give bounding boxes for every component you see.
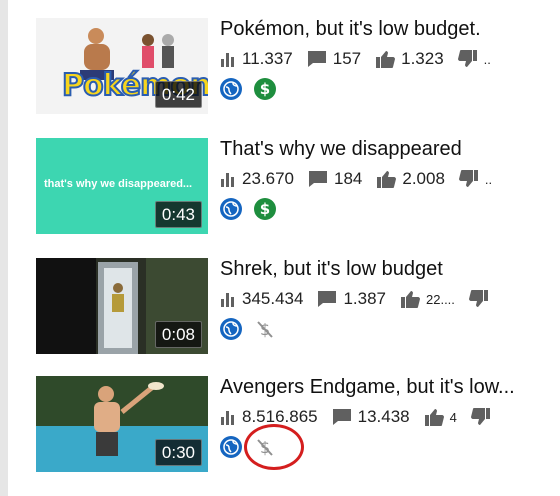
- thumbs-up-icon: [376, 51, 396, 68]
- video-title[interactable]: Shrek, but it's low budget: [220, 258, 443, 281]
- video-row[interactable]: that's why we disappeared... 0:43 That's…: [36, 138, 556, 238]
- video-duration: 0:08: [154, 321, 202, 348]
- bar-chart-icon: [221, 293, 234, 307]
- video-thumbnail[interactable]: Pokémon 0:42: [36, 18, 208, 114]
- video-duration: 0:42: [154, 81, 202, 108]
- dislikes-count: ..: [484, 171, 493, 187]
- video-badges: $: [220, 78, 288, 100]
- thumbs-down-icon: [468, 290, 488, 307]
- likes-count: 22....: [426, 291, 455, 307]
- video-row[interactable]: 0:08 Shrek, but it's low budget 345.434 …: [36, 258, 556, 358]
- thumbnail-caption: that's why we disappeared...: [44, 178, 193, 190]
- thumbs-down-icon: [458, 170, 478, 187]
- views-stat: 23.670: [220, 169, 294, 189]
- comment-icon: [318, 291, 337, 307]
- dollar-icon[interactable]: $: [254, 78, 276, 100]
- video-stats: 23.670 184 2.008 ..: [220, 168, 506, 190]
- video-badges: $: [220, 198, 288, 220]
- bar-chart-icon: [221, 173, 234, 187]
- likes-count: 1.323: [401, 49, 444, 68]
- likes-stat: 1.323: [375, 49, 444, 69]
- views-count: 23.670: [242, 169, 294, 188]
- bar-chart-icon: [221, 53, 234, 67]
- comments-count: 184: [334, 169, 363, 188]
- comment-icon: [307, 51, 326, 67]
- thumbs-up-icon: [377, 171, 397, 188]
- comments-stat: 1.387: [317, 289, 386, 309]
- video-title[interactable]: That's why we disappeared: [220, 138, 462, 161]
- likes-stat: 4: [424, 408, 457, 426]
- views-stat: 11.337: [220, 49, 293, 69]
- globe-icon[interactable]: [220, 436, 242, 458]
- bar-chart-icon: [221, 411, 234, 425]
- thumbs-down-icon: [470, 408, 490, 425]
- thumbs-down-icon: [457, 50, 477, 67]
- dislikes-stat: ..: [458, 170, 493, 188]
- thumbs-up-icon: [401, 291, 420, 308]
- dollar-off-icon[interactable]: $: [254, 318, 276, 340]
- video-thumbnail[interactable]: 0:08: [36, 258, 208, 354]
- video-duration: 0:30: [154, 439, 202, 466]
- video-thumbnail[interactable]: that's why we disappeared... 0:43: [36, 138, 208, 234]
- comments-stat: 13.438: [332, 407, 410, 427]
- dislikes-count: ..: [483, 51, 491, 67]
- globe-icon[interactable]: [220, 198, 242, 220]
- video-badges: $: [220, 318, 288, 340]
- views-stat: 345.434: [220, 289, 303, 309]
- views-count: 11.337: [242, 49, 293, 68]
- comments-stat: 157: [307, 49, 361, 69]
- comments-count: 13.438: [357, 407, 410, 426]
- comment-icon: [332, 409, 351, 425]
- views-count: 345.434: [242, 289, 304, 308]
- dislikes-stat: [470, 408, 497, 426]
- video-title[interactable]: Avengers Endgame, but it's low...: [220, 376, 515, 399]
- video-stats: 345.434 1.387 22....: [220, 288, 509, 310]
- video-thumbnail[interactable]: 0:30: [36, 376, 208, 472]
- globe-icon[interactable]: [220, 78, 242, 100]
- comments-stat: 184: [308, 169, 362, 189]
- video-duration: 0:43: [154, 201, 202, 228]
- left-edge-bar: [0, 0, 8, 496]
- likes-count: 4: [449, 409, 457, 425]
- likes-stat: 2.008: [376, 169, 445, 189]
- globe-icon[interactable]: [220, 318, 242, 340]
- likes-stat: 22....: [400, 290, 455, 308]
- likes-count: 2.008: [402, 169, 445, 188]
- dollar-icon[interactable]: $: [254, 198, 276, 220]
- video-title[interactable]: Pokémon, but it's low budget.: [220, 18, 481, 41]
- comments-count: 157: [332, 49, 362, 68]
- thumbs-up-icon: [424, 409, 444, 426]
- dislikes-stat: ..: [457, 50, 491, 68]
- video-row[interactable]: Pokémon 0:42 Pokémon, but it's low budge…: [36, 18, 556, 118]
- comments-count: 1.387: [343, 289, 386, 308]
- dislikes-stat: [468, 290, 495, 308]
- comment-icon: [309, 171, 327, 187]
- annotation-circle: [244, 424, 304, 470]
- video-stats: 11.337 157 1.323 ..: [220, 48, 505, 70]
